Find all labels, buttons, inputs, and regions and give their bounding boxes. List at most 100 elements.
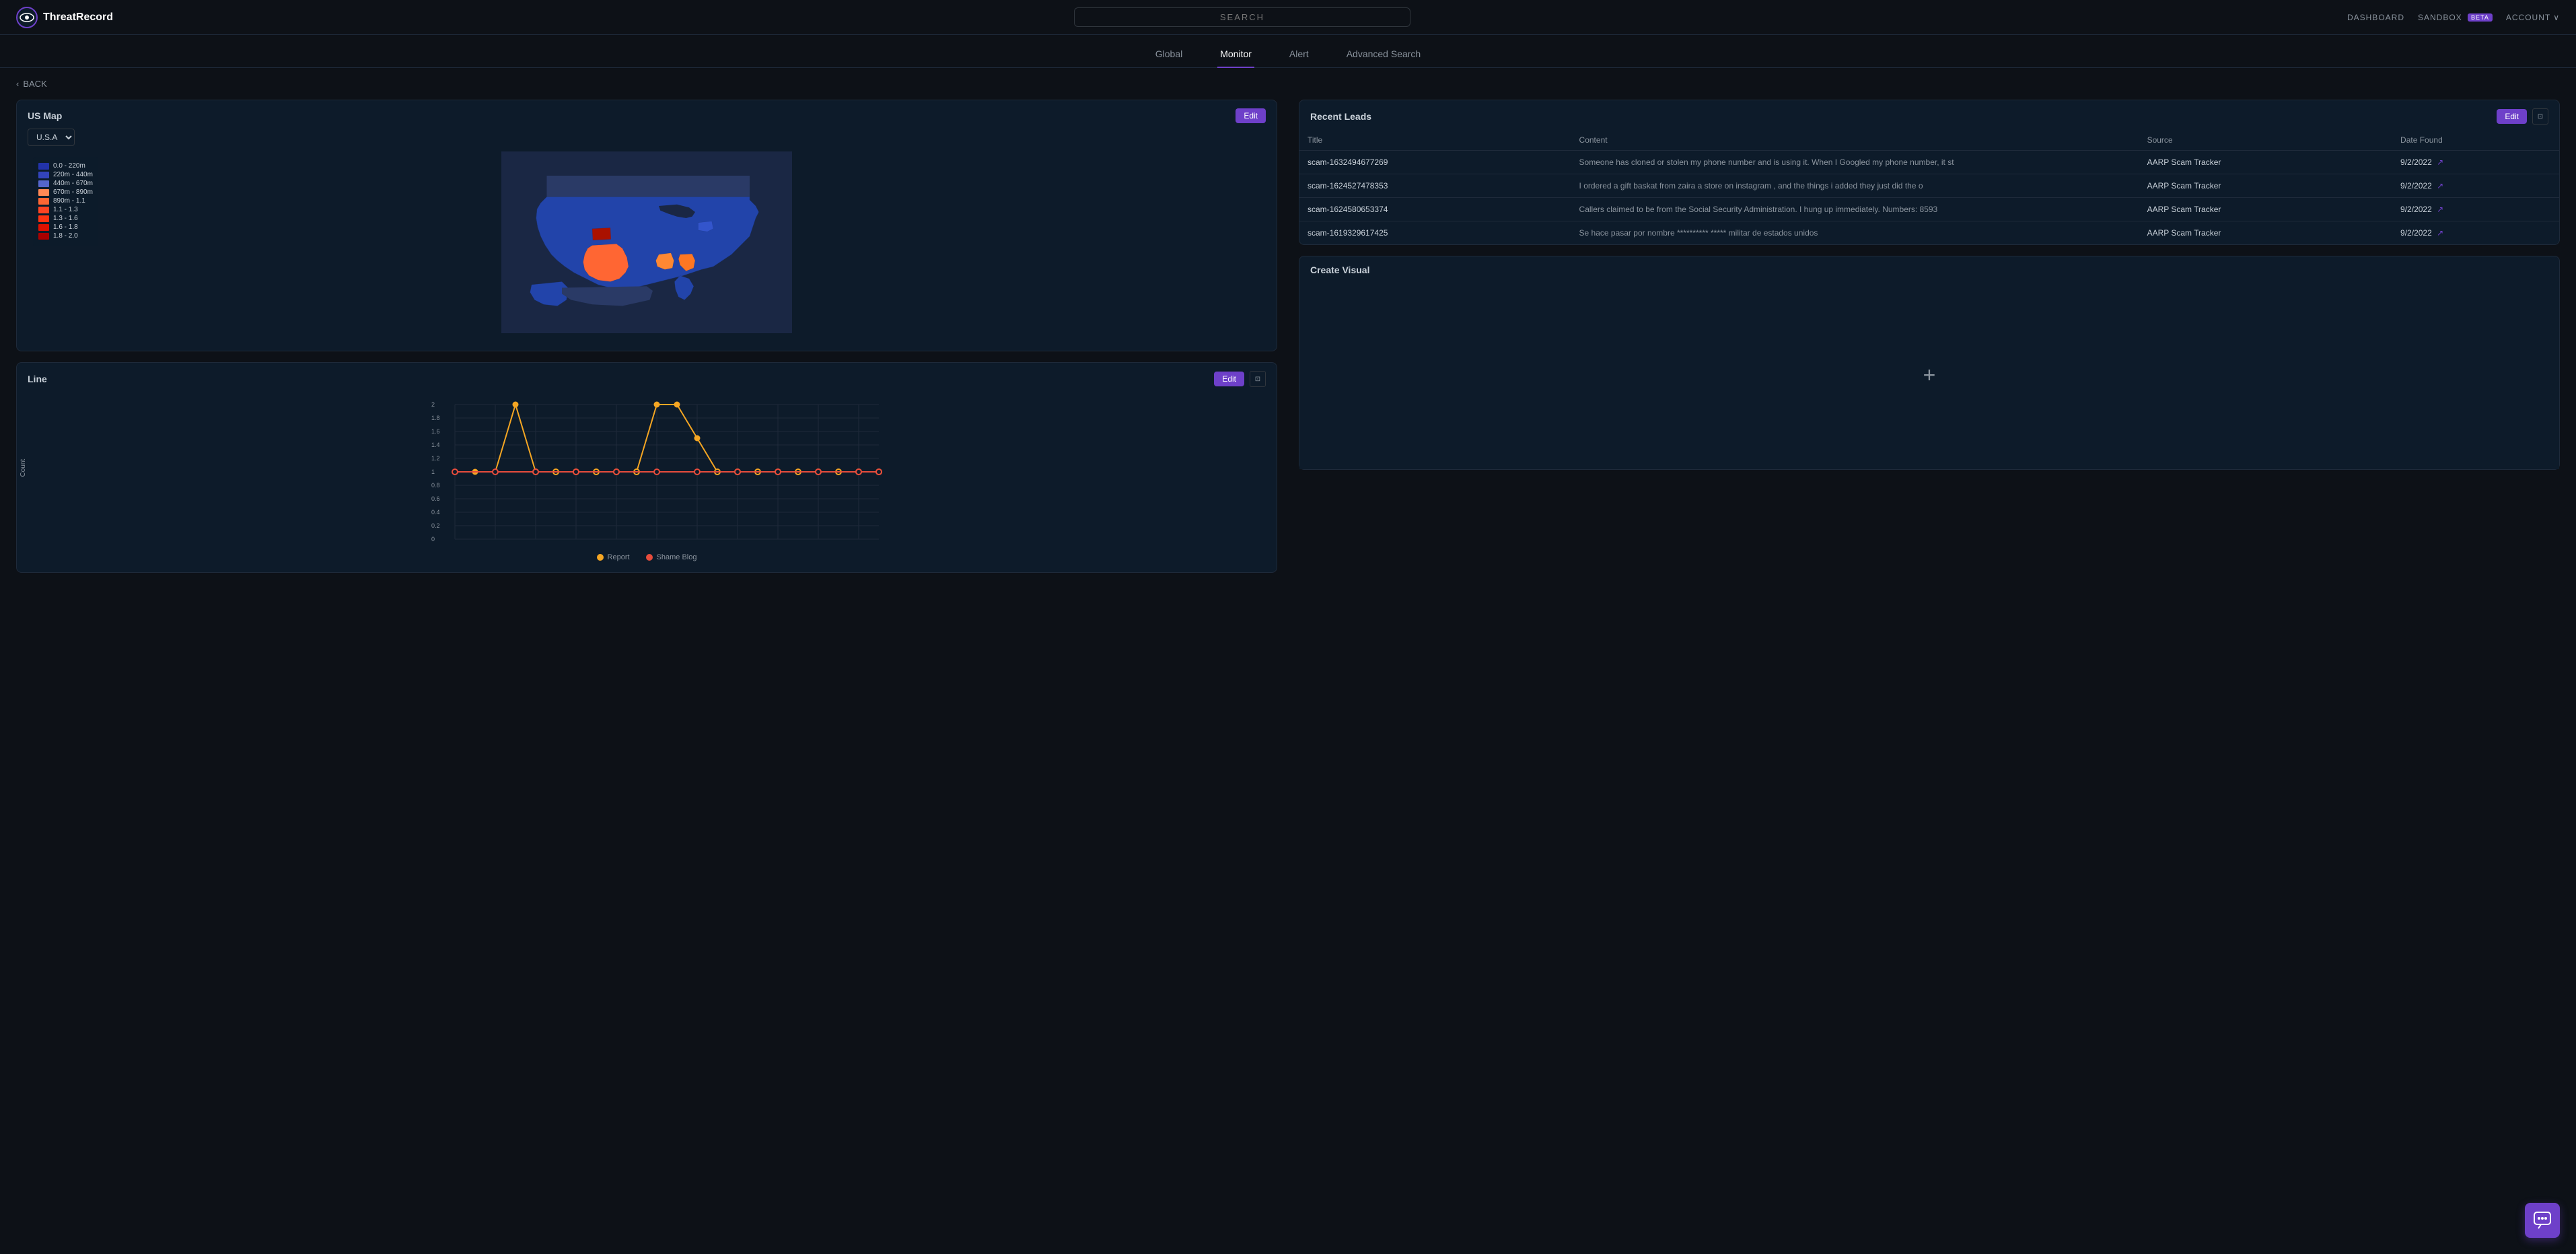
right-column: Recent Leads Edit ⊡ Title Content Source… (1288, 100, 2560, 584)
chart-expand-icon[interactable]: ⊡ (1250, 371, 1266, 387)
add-visual-icon[interactable]: + (1923, 363, 1936, 388)
svg-text:0.2: 0.2 (431, 522, 440, 529)
chat-icon (2533, 1211, 2552, 1230)
external-link-icon[interactable]: ↗ (2437, 205, 2443, 214)
external-link-icon[interactable]: ↗ (2437, 228, 2443, 238)
leads-table-body: scam-1632494677269 Someone has cloned or… (1299, 151, 2559, 245)
create-visual-header: Create Visual (1299, 256, 2559, 281)
row-date: 9/2/2022 ↗ (2392, 174, 2559, 198)
svg-text:2: 2 (431, 401, 435, 408)
leads-expand-icon[interactable]: ⊡ (2532, 108, 2548, 125)
table-row: scam-1624580653374 Callers claimed to be… (1299, 198, 2559, 221)
chart-panel-header: Line Edit ⊡ (17, 363, 1277, 392)
row-title: scam-1624527478353 (1299, 174, 1571, 198)
tab-monitor[interactable]: Monitor (1217, 43, 1254, 67)
row-title: scam-1619329617425 (1299, 221, 1571, 245)
row-source: AARP Scam Tracker (2139, 198, 2392, 221)
map-section: U.S.A 0.0 - 220m 220m - 440m 440m - 670m… (17, 129, 1277, 351)
row-source: AARP Scam Tracker (2139, 151, 2392, 174)
nav-dashboard[interactable]: DASHBOARD (2347, 13, 2404, 22)
col-content: Content (1571, 130, 2139, 151)
chart-edit-button[interactable]: Edit (1214, 372, 1244, 386)
row-title: scam-1632494677269 (1299, 151, 1571, 174)
external-link-icon[interactable]: ↗ (2437, 181, 2443, 190)
logo: ThreatRecord (16, 7, 137, 28)
leads-edit-button[interactable]: Edit (2497, 109, 2527, 124)
legend-shame-blog: Shame Blog (646, 553, 697, 561)
leads-panel-title: Recent Leads (1310, 111, 1371, 122)
leads-panel-header: Recent Leads Edit ⊡ (1299, 100, 2559, 130)
back-label: BACK (23, 79, 46, 89)
col-date: Date Found (2392, 130, 2559, 151)
row-source: AARP Scam Tracker (2139, 174, 2392, 198)
table-row: scam-1619329617425 Se hace pasar por nom… (1299, 221, 2559, 245)
search-input[interactable] (1074, 7, 1410, 27)
recent-leads-panel: Recent Leads Edit ⊡ Title Content Source… (1299, 100, 2560, 245)
row-content: Callers claimed to be from the Social Se… (1571, 198, 2139, 221)
back-chevron-icon: ‹ (16, 79, 19, 89)
create-visual-area[interactable]: + (1299, 281, 2559, 469)
tab-alert[interactable]: Alert (1287, 43, 1312, 67)
row-source: AARP Scam Tracker (2139, 221, 2392, 245)
svg-text:0.8: 0.8 (431, 482, 440, 489)
leads-table-header: Title Content Source Date Found (1299, 130, 2559, 151)
row-date: 9/2/2022 ↗ (2392, 221, 2559, 245)
svg-text:1.2: 1.2 (431, 455, 440, 462)
map-container: 0.0 - 220m 220m - 440m 440m - 670m 670m … (28, 151, 1266, 340)
nav-account[interactable]: ACCOUNT ∨ (2506, 13, 2560, 22)
chart-panel-title: Line (28, 374, 47, 384)
row-title: scam-1624580653374 (1299, 198, 1571, 221)
svg-text:1.4: 1.4 (431, 442, 440, 448)
y-axis-label: Count (20, 458, 27, 477)
nav-tabs: Global Monitor Alert Advanced Search (0, 35, 2576, 68)
external-link-icon[interactable]: ↗ (2437, 158, 2443, 167)
row-content: I ordered a gift baskat from zaira a sto… (1571, 174, 2139, 198)
back-button[interactable]: ‹ BACK (0, 68, 63, 100)
report-label: Report (608, 553, 630, 561)
logo-text: ThreatRecord (43, 11, 113, 24)
main-content: US Map Edit U.S.A 0.0 - 220m 220m - 440m… (0, 100, 2576, 600)
map-edit-button[interactable]: Edit (1236, 108, 1266, 123)
tab-advanced-search[interactable]: Advanced Search (1344, 43, 1424, 67)
us-map-svg (28, 151, 1266, 333)
create-visual-panel: Create Visual + (1299, 256, 2560, 470)
col-title: Title (1299, 130, 1571, 151)
chat-fab-button[interactable] (2525, 1203, 2560, 1238)
legend-report: Report (597, 553, 630, 561)
search-container (137, 7, 2347, 27)
map-legend: 0.0 - 220m 220m - 440m 440m - 670m 670m … (33, 157, 98, 246)
line-chart-svg: 2 1.8 1.6 1.4 1.2 1 0.8 0.6 0.4 0.2 0 (48, 398, 1266, 546)
row-date: 9/2/2022 ↗ (2392, 151, 2559, 174)
svg-text:0: 0 (431, 536, 435, 543)
svg-text:0.4: 0.4 (431, 509, 440, 516)
map-panel-header: US Map Edit (17, 100, 1277, 129)
table-row: scam-1624527478353 I ordered a gift bask… (1299, 174, 2559, 198)
col-source: Source (2139, 130, 2392, 151)
svg-text:1.6: 1.6 (431, 428, 440, 435)
nav-sandbox[interactable]: SANDBOX BETA (2418, 13, 2493, 22)
row-date: 9/2/2022 ↗ (2392, 198, 2559, 221)
logo-icon (16, 7, 38, 28)
header-right: DASHBOARD SANDBOX BETA ACCOUNT ∨ (2347, 13, 2560, 22)
us-map-panel: US Map Edit U.S.A 0.0 - 220m 220m - 440m… (16, 100, 1277, 351)
line-chart-area: Count (17, 392, 1277, 572)
report-dot (597, 554, 604, 561)
chevron-down-icon: ∨ (2553, 13, 2560, 22)
tab-global[interactable]: Global (1153, 43, 1185, 67)
row-content: Someone has cloned or stolen my phone nu… (1571, 151, 2139, 174)
header: ThreatRecord DASHBOARD SANDBOX BETA ACCO… (0, 0, 2576, 35)
create-visual-title: Create Visual (1310, 265, 1369, 275)
svg-text:1: 1 (431, 468, 435, 475)
leads-panel-controls: Edit ⊡ (2497, 108, 2548, 125)
map-panel-controls: Edit (1236, 108, 1266, 123)
svg-text:1.8: 1.8 (431, 415, 440, 421)
shame-blog-dot (646, 554, 653, 561)
map-panel-title: US Map (28, 110, 62, 121)
sandbox-badge: BETA (2468, 13, 2493, 22)
shame-blog-label: Shame Blog (657, 553, 697, 561)
line-chart-panel: Line Edit ⊡ Count (16, 362, 1277, 573)
chart-legend: Report Shame Blog (28, 553, 1266, 561)
left-column: US Map Edit U.S.A 0.0 - 220m 220m - 440m… (16, 100, 1288, 584)
chart-panel-controls: Edit ⊡ (1214, 371, 1266, 387)
country-select[interactable]: U.S.A (28, 129, 75, 146)
